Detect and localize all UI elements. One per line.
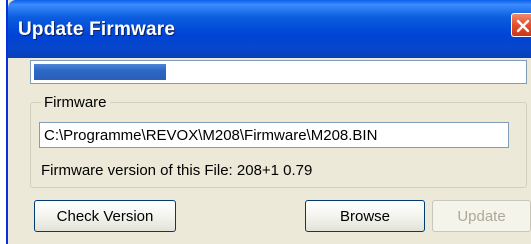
window-title: Update Firmware	[18, 19, 176, 40]
firmware-path-input[interactable]	[39, 122, 509, 148]
browse-button[interactable]: Browse	[305, 200, 425, 232]
update-firmware-window: Update Firmware Firmware Firmware versio…	[6, 0, 531, 244]
close-icon	[516, 19, 530, 33]
update-button[interactable]: Update	[432, 200, 531, 232]
check-version-button[interactable]: Check Version	[34, 200, 176, 232]
title-bar[interactable]: Update Firmware	[8, 0, 531, 58]
firmware-groupbox: Firmware Firmware version of this File: …	[30, 94, 527, 188]
firmware-group-label: Firmware	[41, 94, 110, 111]
firmware-version-label: Firmware version of this File: 208+1 0.7…	[41, 162, 313, 179]
close-button[interactable]	[511, 13, 531, 37]
progress-bar	[30, 60, 527, 84]
progress-bar-fill	[34, 64, 166, 80]
